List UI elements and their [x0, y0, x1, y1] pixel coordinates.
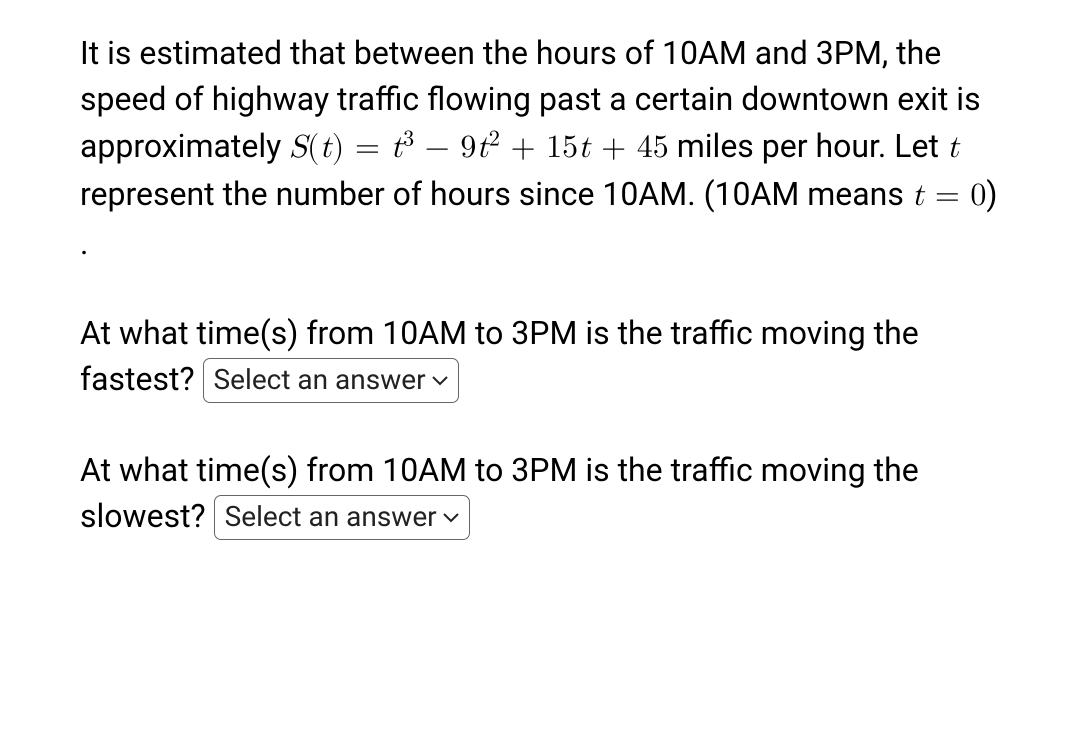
question-fastest: At what time(s) from 10AM to 3PM is the … [80, 310, 1000, 403]
select-slowest[interactable]: Select an answer [214, 495, 470, 540]
question-slowest-text: At what time(s) from 10AM to 3PM is the … [80, 451, 919, 535]
select-fastest-label: Select an answer [214, 360, 426, 401]
chevron-down-icon [432, 376, 448, 386]
question-slowest: At what time(s) from 10AM to 3PM is the … [80, 447, 1000, 540]
variable-t: t [947, 132, 959, 164]
select-slowest-label: Select an answer [225, 497, 437, 538]
equation-t0: t = 0 [912, 180, 987, 212]
intro-text-2: miles per hour. Let [669, 127, 947, 165]
equation-speed: S(t) = t3 − 9t2 + 15t + 45 [289, 132, 669, 164]
problem-container: It is estimated that between the hours o… [0, 0, 1080, 570]
intro-text-3: represent the number of hours since 10AM… [80, 175, 912, 213]
select-fastest[interactable]: Select an answer [203, 358, 459, 403]
problem-intro: It is estimated that between the hours o… [80, 30, 1000, 266]
chevron-down-icon [443, 513, 459, 523]
